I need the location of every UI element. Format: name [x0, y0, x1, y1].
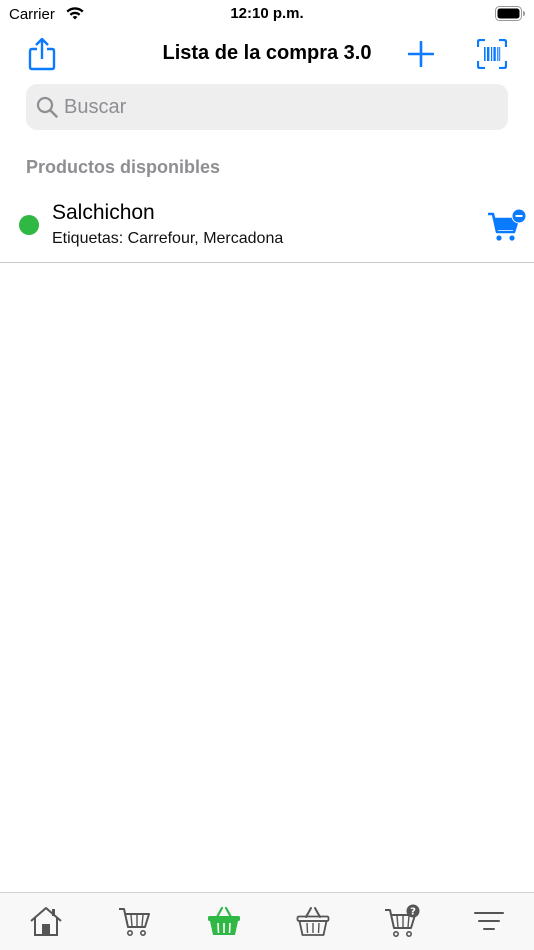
status-bar: Carrier 12:10 p.m. — [0, 0, 534, 28]
item-tags: Etiquetas: Carrefour, Mercadona — [52, 230, 284, 247]
tab-home[interactable] — [21, 901, 71, 941]
tab-basket[interactable] — [288, 901, 338, 941]
cart-remove-icon — [488, 208, 527, 241]
basket-icon — [296, 907, 330, 936]
page-title: Lista de la compra 3.0 — [162, 42, 372, 64]
row-divider — [0, 262, 534, 263]
clock: 12:10 p.m. — [230, 5, 304, 22]
tab-bar: ? — [0, 892, 534, 950]
item-title: Salchichon — [52, 201, 155, 224]
status-dot — [19, 215, 39, 235]
barcode-scan-icon — [477, 39, 507, 69]
section-header: Productos disponibles — [26, 157, 221, 177]
home-icon — [30, 907, 62, 936]
tab-menu[interactable] — [464, 901, 514, 941]
list-item[interactable]: Salchichon Etiquetas: Carrefour, Mercado… — [0, 190, 534, 263]
svg-text:?: ? — [410, 907, 416, 918]
tab-cart[interactable] — [110, 901, 160, 941]
barcode-scan-button[interactable] — [474, 36, 510, 72]
cart-question-icon: ? — [385, 904, 420, 937]
basket-icon — [208, 906, 240, 935]
search-icon — [36, 96, 58, 118]
add-button[interactable] — [404, 36, 438, 72]
plus-icon — [408, 41, 434, 67]
tab-cart-question[interactable]: ? — [377, 901, 427, 941]
battery-icon — [495, 6, 526, 21]
search-input[interactable] — [64, 95, 464, 119]
navigation-bar: Lista de la compra 3.0 — [0, 28, 534, 80]
menu-icon — [474, 912, 504, 930]
cart-icon — [119, 908, 150, 936]
tab-basket-active[interactable] — [199, 901, 249, 941]
remove-from-cart-button[interactable] — [486, 208, 528, 244]
search-bar[interactable] — [26, 84, 508, 130]
app-screen: Carrier 12:10 p.m. Lista de la compra 3.… — [0, 0, 534, 950]
